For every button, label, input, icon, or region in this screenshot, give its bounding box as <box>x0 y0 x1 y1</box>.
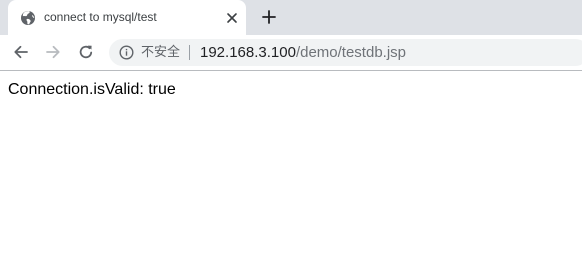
tab-active[interactable]: connect to mysql/test <box>8 0 246 35</box>
back-arrow-icon[interactable] <box>12 43 30 61</box>
close-icon[interactable] <box>224 10 240 26</box>
address-bar[interactable]: 不安全 192.168.3.100/demo/testdb.jsp <box>109 39 582 66</box>
browser-window: connect to mysql/test 不安全 192.168.3.100/… <box>0 0 582 260</box>
toolbar: 不安全 192.168.3.100/demo/testdb.jsp <box>0 35 582 71</box>
security-status-label[interactable]: 不安全 <box>141 45 180 60</box>
info-icon[interactable] <box>119 45 134 60</box>
connection-status-text: Connection.isValid: true <box>8 81 176 98</box>
forward-arrow-icon[interactable] <box>44 43 62 61</box>
reload-icon[interactable] <box>77 43 95 61</box>
url-path: /demo/testdb.jsp <box>295 44 406 61</box>
url-text[interactable]: 192.168.3.100/demo/testdb.jsp <box>200 44 406 61</box>
tab-strip: connect to mysql/test <box>0 0 582 35</box>
tab-title: connect to mysql/test <box>44 10 157 24</box>
new-tab-plus-icon[interactable] <box>260 8 278 26</box>
page-content: Connection.isValid: true <box>0 71 582 260</box>
globe-icon <box>21 11 35 25</box>
omnibox-divider <box>189 45 190 60</box>
url-host: 192.168.3.100 <box>200 44 296 61</box>
